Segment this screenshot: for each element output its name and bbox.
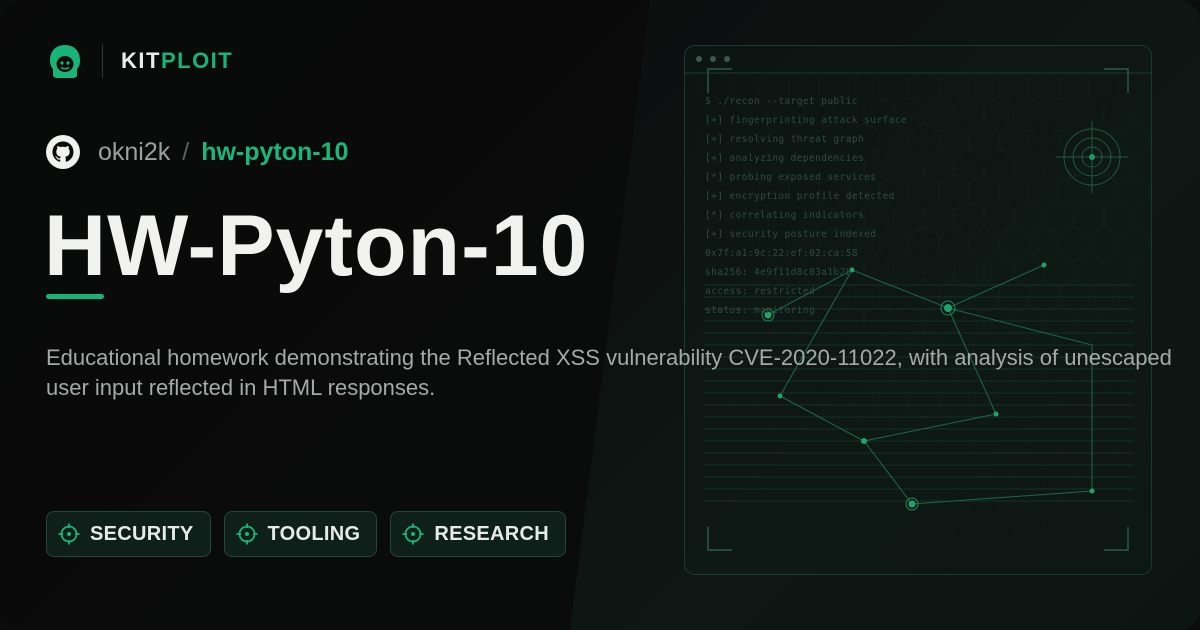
repo-owner[interactable]: okni2k bbox=[98, 138, 170, 167]
terminal-line: status: monitoring bbox=[705, 305, 816, 316]
brand-name: KITPLOIT bbox=[121, 48, 233, 74]
tag-list: SECURITY TOOLING RESEARCH bbox=[46, 511, 567, 557]
terminal-output: $ ./recon --target public [+] fingerprin… bbox=[705, 92, 907, 320]
repo-name[interactable]: hw-pyton-10 bbox=[201, 138, 348, 167]
github-icon bbox=[46, 135, 80, 169]
terminal-line: [+] analyzing dependencies bbox=[705, 153, 865, 164]
brand-name-prefix: KIT bbox=[121, 48, 161, 73]
social-card: $ ./recon --target public [+] fingerprin… bbox=[0, 0, 1200, 630]
title-underline bbox=[46, 294, 104, 299]
tag-tooling[interactable]: TOOLING bbox=[223, 511, 378, 557]
tag-label: SECURITY bbox=[90, 522, 194, 545]
crosshair-icon bbox=[402, 523, 424, 545]
tag-research[interactable]: RESEARCH bbox=[390, 511, 567, 557]
terminal-line: [+] encryption profile detected bbox=[705, 191, 895, 202]
terminal-line: 0x7f:a1:9c:22:ef:02:ca:58 bbox=[705, 248, 858, 259]
brand-divider bbox=[102, 44, 103, 78]
terminal-line: [+] resolving threat graph bbox=[705, 134, 865, 145]
brand-name-suffix: PLOIT bbox=[160, 48, 234, 73]
brand[interactable]: KITPLOIT bbox=[46, 42, 233, 80]
page-title: HW-Pyton-10 bbox=[44, 198, 589, 294]
hacker-head-icon bbox=[50, 45, 80, 78]
terminal-line: access: restricted bbox=[705, 286, 816, 297]
terminal-line: $ ./recon --target public bbox=[705, 96, 858, 107]
terminal-line: sha256: 4e9f11d8c03a1b2b bbox=[705, 267, 852, 278]
terminal-line: [*] correlating indicators bbox=[705, 210, 865, 221]
crosshair-icon bbox=[236, 523, 258, 545]
terminal-line: [*] probing exposed services bbox=[705, 172, 877, 183]
tag-label: TOOLING bbox=[267, 522, 361, 545]
terminal-line: [+] fingerprinting attack surface bbox=[705, 115, 907, 126]
repo-separator: / bbox=[182, 137, 190, 166]
terminal-line: [+] security posture indexed bbox=[705, 229, 877, 240]
tag-label: RESEARCH bbox=[434, 522, 550, 545]
repo-description: Educational homework demonstrating the R… bbox=[46, 345, 1172, 400]
tag-security[interactable]: SECURITY bbox=[46, 511, 211, 557]
repo-path: okni2k / hw-pyton-10 bbox=[46, 134, 348, 170]
crosshair-icon bbox=[58, 523, 80, 545]
